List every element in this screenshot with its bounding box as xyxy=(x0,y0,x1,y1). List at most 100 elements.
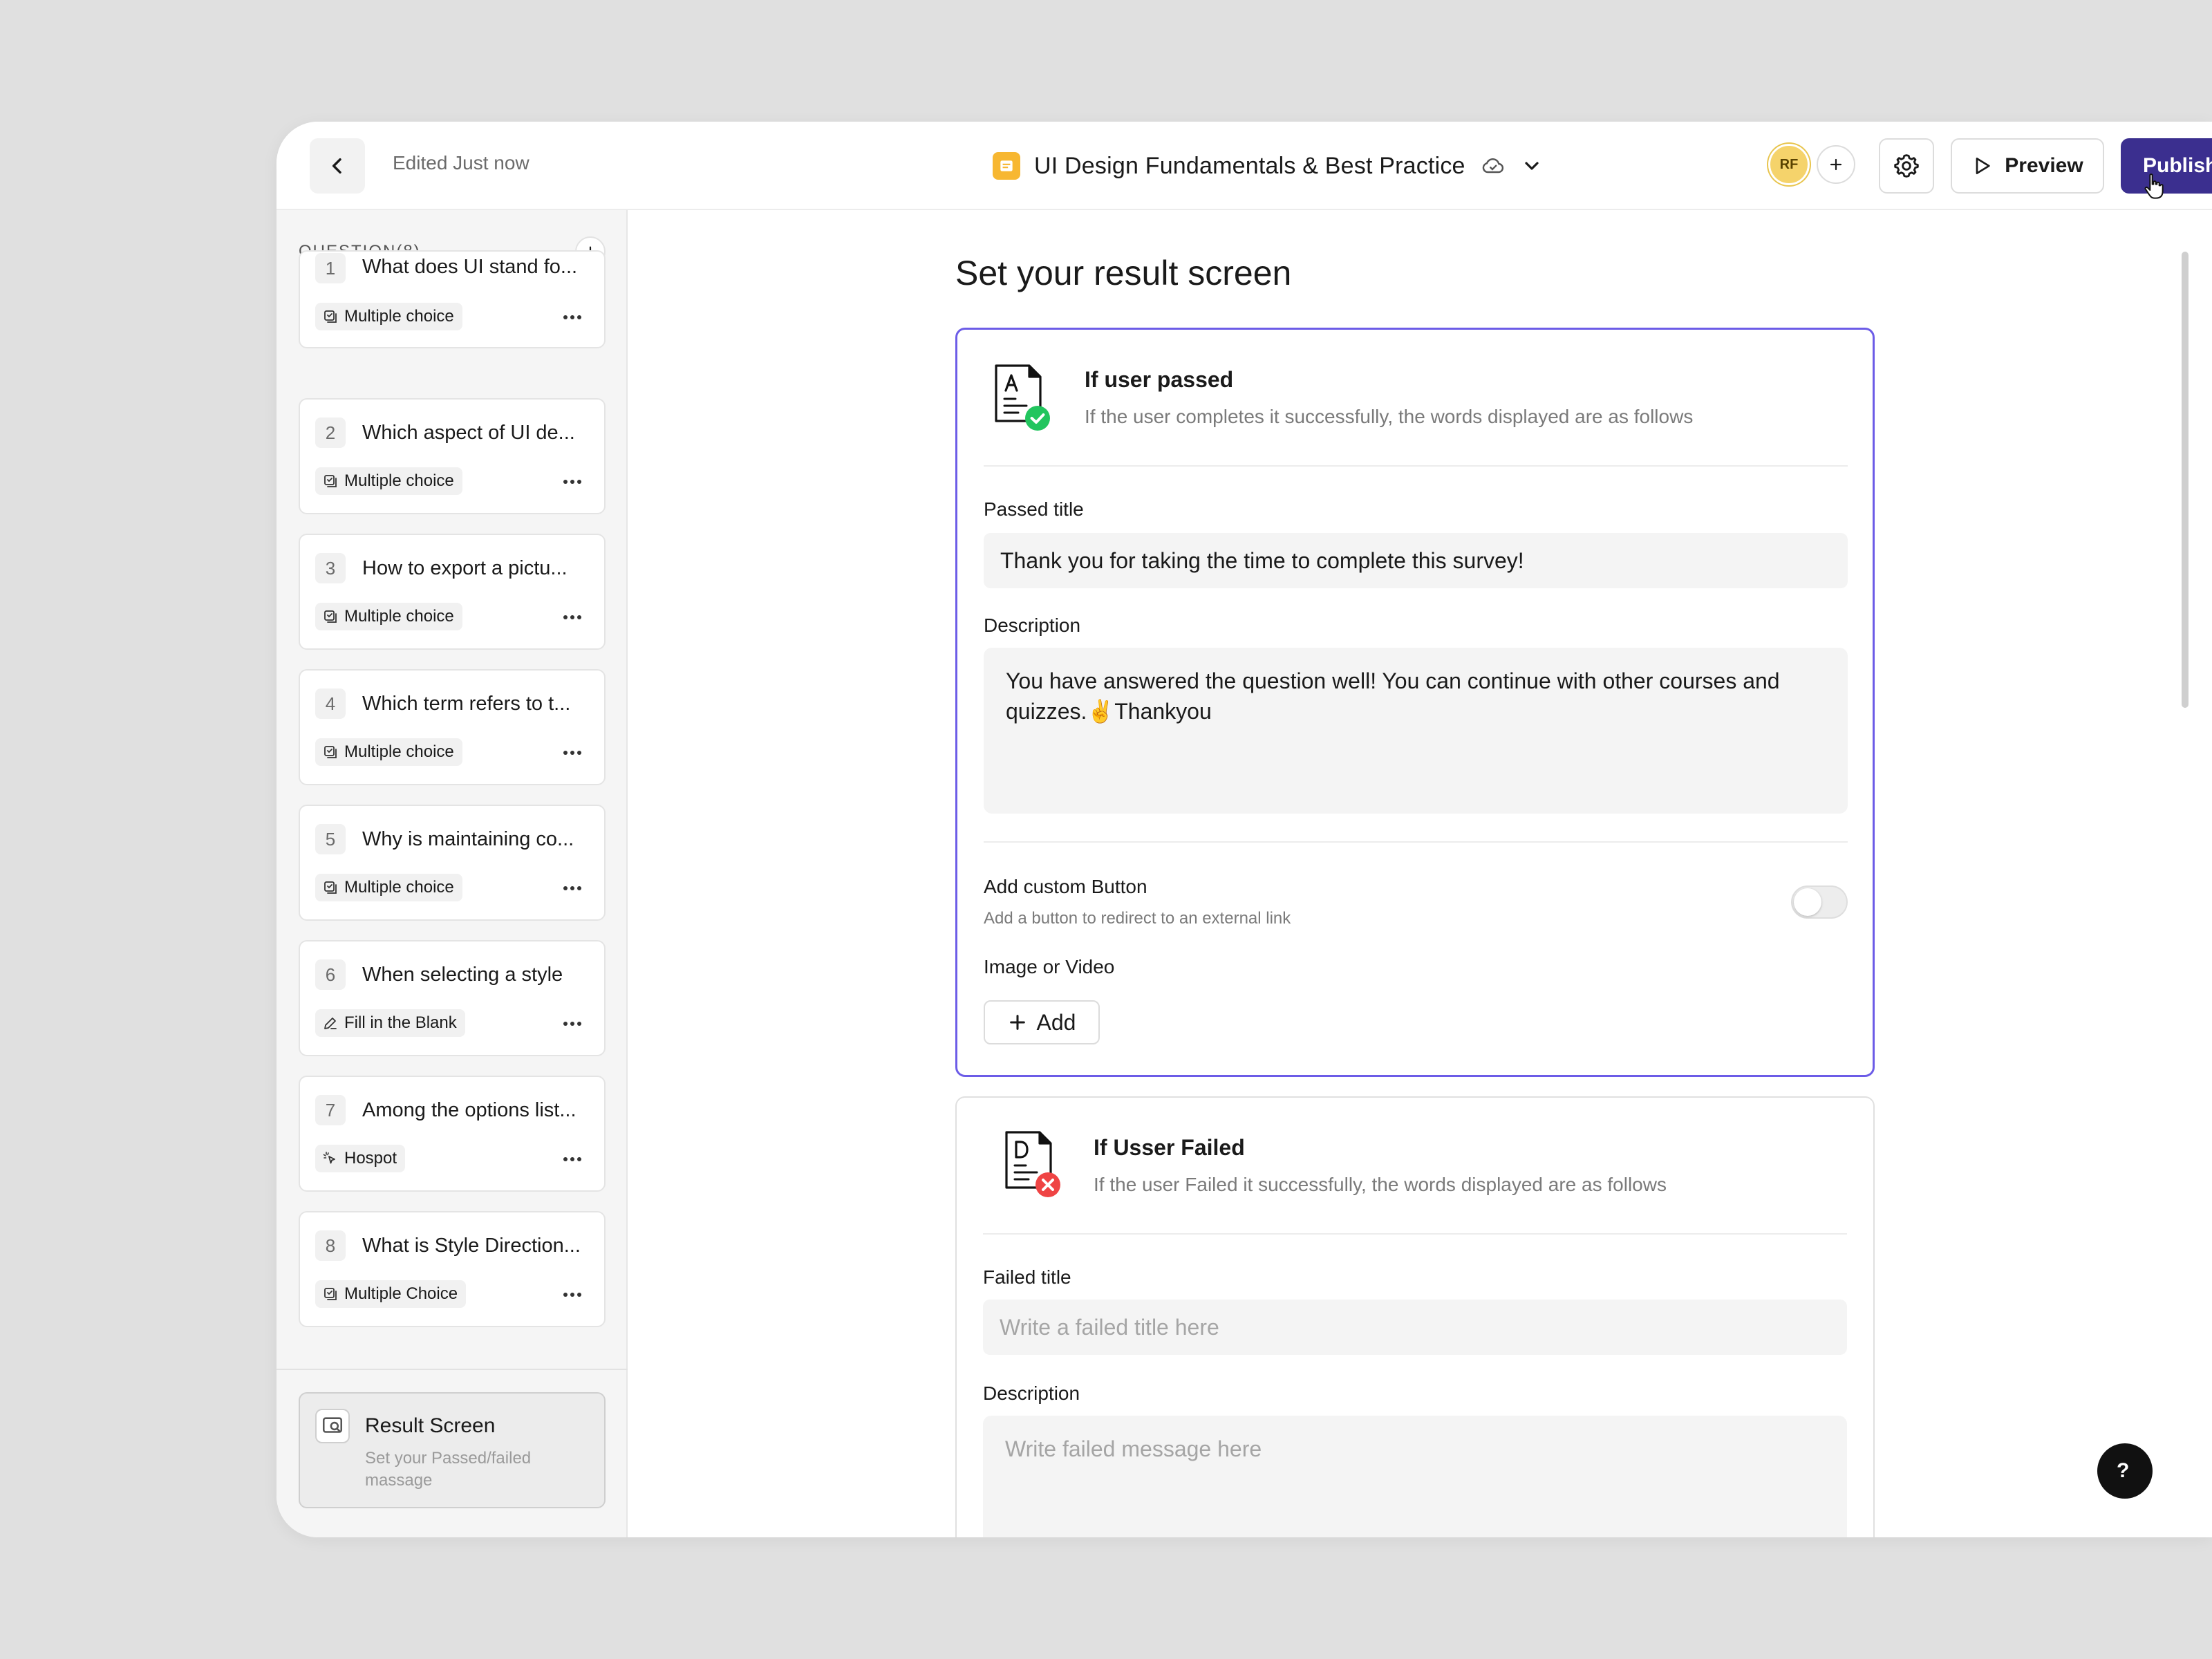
preview-label: Preview xyxy=(2005,154,2083,177)
failed-description-input[interactable] xyxy=(983,1416,1847,1537)
page-title: Set your result screen xyxy=(955,254,1292,292)
question-type-label: Fill in the Blank xyxy=(344,1013,457,1032)
question-text: Why is maintaining co... xyxy=(362,828,574,850)
checkbox-icon xyxy=(322,879,339,896)
question-item-7[interactable]: 7 Among the options list... Hospot xyxy=(299,1076,606,1192)
passed-panel: If user passed If the user completes it … xyxy=(955,328,1875,1077)
question-item-8[interactable]: 8 What is Style Direction... Multiple Choi… xyxy=(299,1211,606,1327)
question-text: What is Style Direction... xyxy=(362,1235,581,1257)
custom-button-toggle[interactable] xyxy=(1791,885,1848,919)
result-screen-item[interactable]: Result Screen Set your Passed/failed mas… xyxy=(299,1392,606,1508)
add-media-button[interactable]: Add xyxy=(984,1000,1100,1044)
custom-button-label: Add custom Button xyxy=(984,876,1147,897)
main-content: Set your result screen If user passed If… xyxy=(629,210,2212,1537)
pointer-click-icon xyxy=(322,1150,339,1167)
question-type-label: Multiple choice xyxy=(344,878,454,897)
question-number: 2 xyxy=(315,418,346,448)
plus-icon xyxy=(1009,1015,1025,1030)
question-type-badge: Multiple Choice xyxy=(315,1280,467,1308)
question-sidebar: QUESTION(8) 1What does UI stand fo...Mul… xyxy=(276,210,628,1537)
question-type-badge: Hospot xyxy=(315,1145,406,1172)
question-type-label: Multiple choice xyxy=(344,742,454,761)
more-options-icon[interactable] xyxy=(559,307,586,328)
gear-icon xyxy=(1894,154,1919,178)
question-number: 4 xyxy=(315,688,346,719)
document-icon xyxy=(993,152,1020,180)
failed-title-label: Failed title xyxy=(983,1266,1071,1288)
question-type-badge: Multiple choice xyxy=(315,874,462,901)
checkbox-icon xyxy=(322,608,339,625)
passed-description-input[interactable]: You have answered the question well! You… xyxy=(984,648,1848,814)
divider xyxy=(984,465,1848,467)
toggle-knob xyxy=(1794,888,1821,916)
failed-title-heading: If Usser Failed xyxy=(1094,1135,1245,1160)
scrollbar[interactable] xyxy=(2182,252,2188,708)
question-item-1[interactable]: 1 What does UI stand fo... Multiple choice xyxy=(299,250,606,348)
failed-document-icon xyxy=(1005,1131,1060,1197)
question-item-4[interactable]: 4 Which term refers to t... Multiple choic… xyxy=(299,669,606,785)
plus-icon xyxy=(1830,158,1842,171)
question-text: Which aspect of UI de... xyxy=(362,422,575,444)
question-type-label: Multiple choice xyxy=(344,607,454,626)
question-text: Among the options list... xyxy=(362,1099,577,1121)
more-options-icon[interactable] xyxy=(559,742,586,763)
question-type-label: Multiple choice xyxy=(344,471,454,490)
more-options-icon[interactable] xyxy=(559,1013,586,1034)
question-item-2[interactable]: 2 Which aspect of UI de... Multiple choice xyxy=(299,398,606,514)
result-screen-title: Result Screen xyxy=(365,1414,496,1437)
add-collaborator-button[interactable] xyxy=(1817,145,1855,184)
failed-title-input[interactable] xyxy=(983,1300,1847,1355)
sidebar-divider xyxy=(276,1369,628,1370)
passed-description-label: Description xyxy=(984,615,1081,636)
question-item-3[interactable]: 3 How to export a pictu... Multiple choice xyxy=(299,534,606,650)
failed-subtitle: If the user Failed it successfully, the … xyxy=(1094,1174,1667,1195)
question-text: What does UI stand fo... xyxy=(362,256,578,278)
document-title[interactable]: UI Design Fundamentals & Best Practice xyxy=(993,147,1543,185)
publish-button[interactable]: Publish xyxy=(2121,138,2212,194)
top-bar: Edited Just now UI Design Fundamentals &… xyxy=(276,122,2212,210)
failed-panel: If Usser Failed If the user Failed it su… xyxy=(955,1096,1875,1537)
passed-title-label: Passed title xyxy=(984,498,1084,520)
chevron-left-icon xyxy=(332,158,341,174)
edited-status: Edited Just now xyxy=(393,152,529,174)
more-options-icon[interactable] xyxy=(559,878,586,899)
passed-title-input[interactable] xyxy=(984,533,1848,588)
question-type-badge: Multiple choice xyxy=(315,603,462,630)
preview-button[interactable]: Preview xyxy=(1951,138,2104,194)
question-text: How to export a pictu... xyxy=(362,557,568,579)
result-screen-subtitle: Set your Passed/failed massage xyxy=(365,1449,532,1490)
question-type-badge: Multiple choice xyxy=(315,467,462,495)
question-type-label: Multiple Choice xyxy=(344,1284,458,1303)
avatar[interactable]: RF xyxy=(1768,144,1810,185)
back-button[interactable] xyxy=(310,138,365,194)
help-button[interactable]: ? xyxy=(2097,1443,2153,1499)
result-screen-icon xyxy=(315,1409,350,1443)
question-number: 8 xyxy=(315,1230,346,1261)
question-text: Which term refers to t... xyxy=(362,693,571,715)
more-options-icon[interactable] xyxy=(559,607,586,628)
hand-cursor-icon xyxy=(2144,174,2164,199)
settings-button[interactable] xyxy=(1879,138,1934,194)
more-options-icon[interactable] xyxy=(559,1284,586,1305)
failed-description-label: Description xyxy=(983,1382,1080,1404)
more-options-icon[interactable] xyxy=(559,1149,586,1170)
checkbox-icon xyxy=(322,308,339,325)
passed-document-icon xyxy=(995,364,1050,431)
divider xyxy=(984,841,1848,843)
divider xyxy=(983,1233,1847,1235)
checkbox-icon xyxy=(322,473,339,489)
question-type-label: Multiple choice xyxy=(344,307,454,326)
question-item-6[interactable]: 6 When selecting a style Fill in the Blank xyxy=(299,940,606,1056)
question-item-5[interactable]: 5 Why is maintaining co... Multiple choice xyxy=(299,805,606,921)
more-options-icon[interactable] xyxy=(559,471,586,492)
document-title-text: UI Design Fundamentals & Best Practice xyxy=(1034,152,1465,179)
question-number: 3 xyxy=(315,553,346,583)
question-number: 1 xyxy=(315,253,346,283)
passed-subtitle: If the user completes it successfully, t… xyxy=(1085,406,1694,427)
image-video-label: Image or Video xyxy=(984,956,1115,977)
question-type-badge: Fill in the Blank xyxy=(315,1009,465,1037)
add-media-label: Add xyxy=(1036,1009,1076,1035)
chevron-down-icon[interactable] xyxy=(1521,155,1543,177)
app-window: Edited Just now UI Design Fundamentals &… xyxy=(276,122,2212,1537)
question-number: 5 xyxy=(315,824,346,854)
